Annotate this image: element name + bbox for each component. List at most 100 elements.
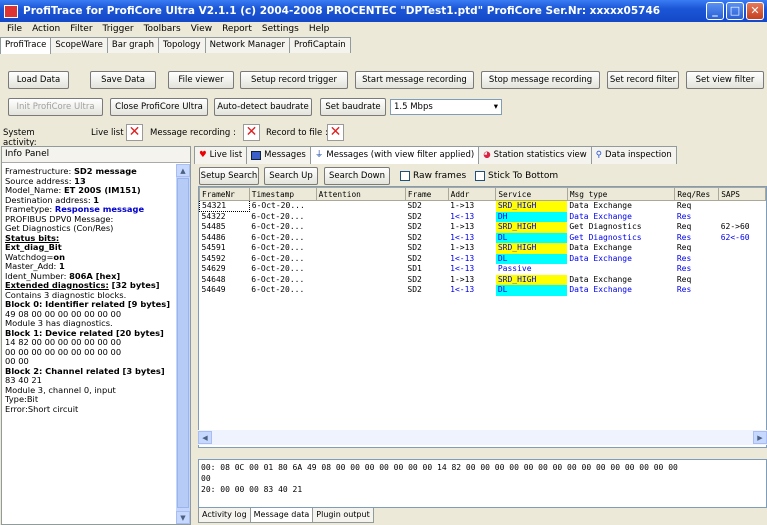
stop-recording-button[interactable]: Stop message recording bbox=[481, 71, 600, 89]
scroll-up-icon[interactable]: ▲ bbox=[176, 164, 190, 177]
table-cell: 1->13 bbox=[450, 201, 475, 211]
tab-proficaptain[interactable]: ProfiCaptain bbox=[289, 37, 351, 53]
setup-record-trigger-button[interactable]: Setup record trigger bbox=[240, 71, 348, 89]
table-row[interactable]: 54648 6-Oct-20... SD2 1->13 SRD_HIGH Data Exc… bbox=[200, 274, 766, 286]
info-value: SD2 message bbox=[73, 166, 137, 176]
col-attention[interactable]: Attention bbox=[315, 187, 406, 201]
menu-help[interactable]: Help bbox=[304, 22, 335, 36]
info-scrollbar[interactable]: ▲ ▼ bbox=[176, 164, 190, 524]
scroll-right-icon[interactable]: ▶ bbox=[753, 431, 767, 444]
table-cell: DH bbox=[495, 211, 568, 222]
table-cell: 1->13 bbox=[450, 243, 475, 253]
stick-to-bottom-toggle[interactable]: Stick To Bottom bbox=[475, 171, 558, 181]
info-value: ET 200S (IM151) bbox=[63, 185, 141, 195]
table-row[interactable]: 54485 6-Oct-20... SD2 1->13 SRD_HIGH Get Diag… bbox=[200, 222, 766, 233]
table-row[interactable]: 54321 6-Oct-20... SD2 1->13 SRD_HIGH Data Exc… bbox=[199, 200, 766, 212]
search-down-button[interactable]: Search Down bbox=[324, 167, 390, 185]
tab-activity-log[interactable]: Activity log bbox=[198, 508, 251, 523]
start-recording-button[interactable]: Start message recording bbox=[355, 71, 474, 89]
col-msg-type[interactable]: Msg type bbox=[566, 187, 676, 201]
scroll-thumb[interactable] bbox=[177, 178, 189, 508]
table-cell: 6-Oct-20... bbox=[251, 211, 305, 221]
set-view-filter-button[interactable]: Set view filter bbox=[686, 71, 764, 89]
table-row[interactable]: 54592 6-Oct-20... SD2 1<-13 DL Data Exchange R… bbox=[200, 253, 766, 264]
table-cell: 6-Oct-20... bbox=[251, 253, 305, 263]
tab-live-list[interactable]: ♥ Live list bbox=[194, 146, 248, 164]
raw-frames-checkbox[interactable] bbox=[400, 171, 410, 181]
tab-live-list-label: Live list bbox=[209, 150, 243, 160]
table-row[interactable]: 54629 6-Oct-20... SD1 1<-13 Passive Res bbox=[200, 264, 766, 275]
tab-station-statistics[interactable]: ◕ Station statistics view bbox=[478, 146, 592, 164]
col-addr[interactable]: Addr bbox=[447, 187, 497, 201]
info-text: Ident_Number: bbox=[5, 270, 70, 281]
raw-frames-toggle[interactable]: Raw frames bbox=[400, 171, 466, 181]
table-cell bbox=[316, 264, 405, 275]
hex-line: 00 bbox=[201, 474, 211, 483]
live-list-status-icon: ✕ bbox=[126, 124, 143, 141]
close-proficore-button[interactable]: Close ProfiCore Ultra bbox=[110, 98, 208, 116]
search-up-button[interactable]: Search Up bbox=[264, 167, 318, 185]
menu-toolbars[interactable]: Toolbars bbox=[139, 22, 186, 36]
tab-network-manager[interactable]: Network Manager bbox=[204, 37, 291, 53]
table-cell: 6-Oct-20... bbox=[251, 222, 305, 232]
hex-dump: 00: 08 0C 00 01 80 6A 49 08 00 00 00 00 … bbox=[198, 459, 767, 508]
menu-filter[interactable]: Filter bbox=[65, 22, 97, 36]
stick-to-bottom-checkbox[interactable] bbox=[475, 171, 485, 181]
table-row[interactable]: 54649 6-Oct-20... SD2 1<-13 DL Data Exchange R… bbox=[200, 285, 766, 296]
info-value: Block 0: Identifier related [9 bytes] bbox=[5, 299, 171, 309]
col-service[interactable]: Service bbox=[495, 187, 568, 201]
menu-settings[interactable]: Settings bbox=[257, 22, 304, 36]
minimize-button[interactable]: _ bbox=[706, 2, 724, 20]
table-row[interactable]: 54486 6-Oct-20... SD2 1<-13 DL Get Diagnostic… bbox=[200, 232, 766, 243]
heart-icon: ♥ bbox=[199, 150, 207, 160]
tab-messages[interactable]: Messages bbox=[246, 146, 311, 164]
table-row[interactable]: 54322 6-Oct-20... SD2 1<-13 DH Data Exchange R… bbox=[200, 211, 766, 222]
save-data-button[interactable]: Save Data bbox=[90, 71, 156, 89]
col-frame[interactable]: Frame bbox=[404, 187, 449, 201]
table-cell bbox=[316, 275, 405, 286]
set-baudrate-button[interactable]: Set baudrate bbox=[320, 98, 386, 116]
grid-horizontal-scrollbar[interactable]: ◀ ▶ bbox=[198, 430, 767, 445]
baudrate-value: 1.5 Mbps bbox=[394, 102, 433, 112]
info-text: Destination address: bbox=[5, 194, 94, 205]
auto-detect-baudrate-button[interactable]: Auto-detect baudrate bbox=[214, 98, 312, 116]
table-cell: SD2 bbox=[407, 211, 422, 221]
col-saps[interactable]: SAPS bbox=[718, 187, 766, 201]
table-cell: Passive bbox=[497, 264, 532, 274]
tab-topology[interactable]: Topology bbox=[158, 37, 206, 53]
table-row[interactable]: 54591 6-Oct-20... SD2 1->13 SRD_HIGH Data Exc… bbox=[200, 243, 766, 254]
menu-view[interactable]: View bbox=[186, 22, 217, 36]
maximize-button[interactable]: □ bbox=[726, 2, 744, 20]
menu-file[interactable]: File bbox=[2, 22, 27, 36]
info-text: Get Diagnostics (Con/Res) bbox=[5, 223, 114, 233]
menu-report[interactable]: Report bbox=[217, 22, 257, 36]
scroll-down-icon[interactable]: ▼ bbox=[176, 511, 190, 524]
setup-search-button[interactable]: Setup Search bbox=[199, 167, 259, 185]
tab-messages-filtered[interactable]: ⏚ Messages (with view filter applied) bbox=[309, 146, 480, 164]
table-cell: 6-Oct-20... bbox=[251, 264, 305, 274]
menu-trigger[interactable]: Trigger bbox=[98, 22, 139, 36]
tab-scopeware[interactable]: ScopeWare bbox=[50, 37, 108, 53]
table-cell: Res bbox=[676, 253, 692, 263]
menu-action[interactable]: Action bbox=[27, 22, 65, 36]
col-timestamp[interactable]: Timestamp bbox=[248, 187, 317, 201]
hex-line: 00: 08 0C 00 01 80 6A 49 08 00 00 00 00 … bbox=[201, 463, 678, 472]
file-viewer-button[interactable]: File viewer bbox=[168, 71, 234, 89]
scroll-left-icon[interactable]: ◀ bbox=[198, 431, 212, 444]
app-icon bbox=[4, 4, 18, 18]
tab-profitrace[interactable]: ProfiTrace bbox=[0, 37, 52, 54]
table-cell: SD2 bbox=[407, 253, 422, 263]
info-text: Framestructure: bbox=[5, 166, 74, 176]
tab-plugin-output[interactable]: Plugin output bbox=[312, 508, 374, 523]
init-proficore-button[interactable]: Init ProfiCore Ultra bbox=[8, 98, 103, 116]
table-cell: Data Exchange bbox=[569, 201, 632, 211]
col-framenr[interactable]: FrameNr bbox=[199, 187, 250, 201]
tab-message-data[interactable]: Message data bbox=[249, 508, 314, 523]
set-record-filter-button[interactable]: Set record filter bbox=[607, 71, 679, 89]
baudrate-select[interactable]: 1.5 Mbps ▾ bbox=[390, 99, 502, 115]
close-button[interactable]: ✕ bbox=[746, 2, 764, 20]
col-req-res[interactable]: Req/Res bbox=[674, 187, 720, 201]
tab-bar-graph[interactable]: Bar graph bbox=[106, 37, 160, 53]
load-data-button[interactable]: Load Data bbox=[8, 71, 69, 89]
tab-data-inspection[interactable]: ⚲ Data inspection bbox=[590, 146, 677, 164]
